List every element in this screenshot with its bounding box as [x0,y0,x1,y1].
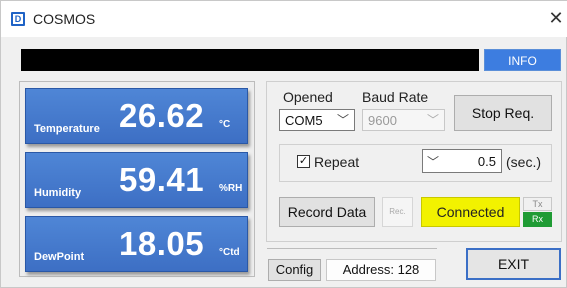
temperature-label: Temperature [34,123,100,135]
chevron-down-icon[interactable]: ﹀ [427,153,439,170]
title-bar: D COSMOS ✕ [1,1,567,37]
humidity-unit: %RH [219,183,243,194]
temperature-unit: °C [219,119,231,130]
exit-button[interactable]: EXIT [466,248,561,280]
humidity-label: Humidity [34,187,82,199]
chevron-down-icon: ﹀ [336,113,349,127]
humidity-value: 59.41 [119,161,205,198]
humidity-readout: Humidity 59.41 %RH [25,152,248,208]
chevron-down-icon: ﹀ [426,113,439,127]
address-display: Address: 128 [326,259,436,281]
app-logo-icon: D [11,12,25,26]
interval-unit: (sec.) [506,154,541,170]
rec-indicator: Rec. [382,197,413,227]
baud-rate-value: 9600 [368,113,397,128]
window-title: COSMOS [33,11,96,27]
record-data-button[interactable]: Record Data [279,197,375,227]
stop-request-button[interactable]: Stop Req. [454,95,552,131]
interval-value: 0.5 [477,154,496,169]
port-value: COM5 [285,113,323,128]
config-button[interactable]: Config [268,259,321,281]
readings-panel: Temperature 26.62 °C Humidity 59.41 %RH … [19,81,255,277]
port-select[interactable]: COM5 ﹀ [279,109,355,131]
divider [267,248,437,249]
dewpoint-unit: °Ctd [219,247,240,258]
repeat-label: Repeat [314,154,360,170]
temperature-value: 26.62 [119,97,205,134]
interval-input[interactable]: ﹀ 0.5 [422,149,502,173]
message-bar [21,49,479,71]
rx-indicator: Rx [523,212,552,227]
baud-rate-select[interactable]: 9600 ﹀ [362,109,445,131]
info-button[interactable]: INFO [484,49,561,71]
dewpoint-readout: DewPoint 18.05 °Ctd [25,216,248,272]
repeat-checkbox[interactable]: ✓ [297,155,310,168]
tx-indicator: Tx [523,197,552,211]
dewpoint-value: 18.05 [119,225,205,262]
temperature-readout: Temperature 26.62 °C [25,88,248,144]
baud-rate-label: Baud Rate [362,89,429,105]
port-label: Opened [283,89,333,105]
close-icon[interactable]: ✕ [546,8,566,28]
dewpoint-label: DewPoint [34,251,85,263]
app-window: D COSMOS ✕ INFO Temperature 26.62 °C Hum… [0,0,567,288]
connection-status: Connected [421,197,520,227]
